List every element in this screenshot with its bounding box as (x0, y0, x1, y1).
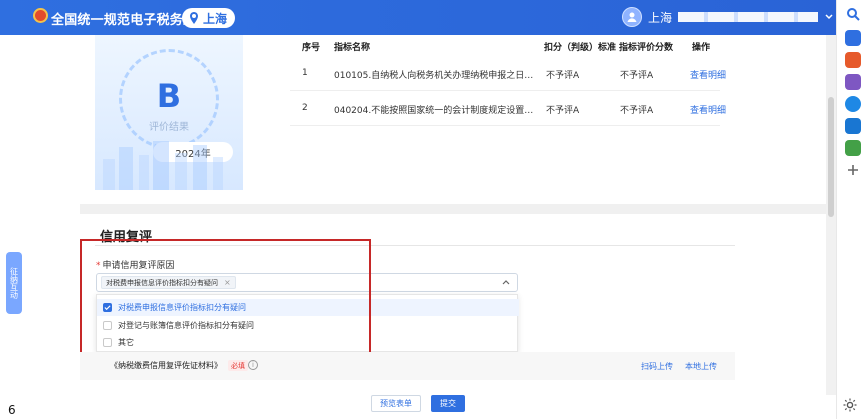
column-header-standard: 扣分（判级）标准 (544, 43, 617, 53)
tax-emblem-icon (33, 8, 48, 23)
column-header-index: 序号 (302, 43, 321, 53)
interaction-side-tab[interactable]: 征纳互动 (6, 252, 22, 314)
right-rail (836, 0, 868, 419)
view-details-link[interactable]: 查看明细 (690, 103, 726, 116)
submit-button[interactable]: 提交 (431, 395, 465, 412)
scan-upload-link[interactable]: 扫码上传 (641, 361, 673, 372)
person-icon[interactable] (845, 74, 861, 90)
row-score: 不予评A (620, 106, 654, 116)
outlook-icon[interactable] (845, 118, 861, 134)
tag-icon[interactable] (845, 30, 861, 46)
table-row: 1 010105.自纳税人向税务机关办理纳税申报之日起不足3... 不予评A 不… (290, 56, 726, 91)
row-indicator-name: 040204.不能按照国家统一的会计制度规定设置账簿，并... (334, 106, 539, 116)
preview-form-button[interactable]: 预览表单 (371, 395, 421, 412)
credit-grade: B (156, 77, 182, 115)
evidence-material-row: 《纳税缴费信用复评佐证材料》 必填 i 扫码上传 本地上传 (80, 352, 735, 380)
column-header-indicator: 指标名称 (334, 43, 371, 53)
local-upload-link[interactable]: 本地上传 (685, 361, 717, 372)
circle-app-icon[interactable] (845, 96, 861, 112)
page-number: 6 (8, 403, 16, 417)
credit-score-card: B 评价结果 2024年 (95, 35, 243, 190)
upload-actions: 扫码上传 本地上传 (641, 361, 717, 372)
indicator-table: 序号 指标名称 扣分（判级）标准 指标评价分数 操作 1 010105.自纳税人… (290, 40, 726, 130)
chevron-up-icon[interactable] (501, 278, 511, 288)
chevron-down-icon (825, 14, 833, 20)
app-frame: 全国统一规范电子税务局 上海 上海 B 评价结果 2024年 序号 指标名称 扣… (0, 0, 868, 419)
user-avatar-icon (622, 7, 642, 27)
section-divider (80, 204, 826, 214)
top-bar: 全国统一规范电子税务局 上海 上海 (0, 0, 836, 35)
evidence-material-title: 《纳税缴费信用复评佐证材料》 (110, 361, 222, 370)
location-pin-icon (190, 12, 198, 24)
skyline-illustration (103, 141, 223, 190)
location-text: 上海 (203, 11, 228, 26)
vertical-scrollbar[interactable] (826, 35, 836, 395)
gear-icon[interactable] (842, 397, 858, 413)
plus-icon[interactable] (845, 162, 861, 178)
view-details-link[interactable]: 查看明细 (690, 68, 726, 81)
highlight-box (80, 239, 371, 358)
credit-grade-subtitle: 评价结果 (149, 122, 189, 133)
chart-icon[interactable] (845, 140, 861, 156)
row-indicator-name: 010105.自纳税人向税务机关办理纳税申报之日起不足3... (334, 71, 539, 81)
search-icon[interactable] (845, 6, 861, 22)
app-title: 全国统一规范电子税务局 (51, 13, 197, 28)
location-badge[interactable]: 上海 (182, 8, 236, 28)
info-icon[interactable]: i (248, 360, 258, 370)
user-region: 上海 (648, 10, 673, 25)
user-menu[interactable]: 上海 (622, 7, 834, 27)
interaction-side-tab-label: 征纳互动 (9, 267, 19, 299)
column-header-action: 操作 (692, 43, 711, 53)
row-standard: 不予评A (546, 71, 580, 81)
row-index: 1 (302, 68, 308, 78)
required-badge: 必填 (228, 360, 248, 371)
redacted-user-name (678, 12, 819, 22)
scrollbar-thumb[interactable] (828, 97, 834, 217)
row-standard: 不予评A (546, 106, 580, 116)
briefcase-icon[interactable] (845, 52, 861, 68)
table-row: 2 040204.不能按照国家统一的会计制度规定设置账簿，并... 不予评A 不… (290, 91, 726, 126)
row-index: 2 (302, 103, 308, 113)
column-header-score: 指标评价分数 (619, 43, 674, 53)
row-score: 不予评A (620, 71, 654, 81)
